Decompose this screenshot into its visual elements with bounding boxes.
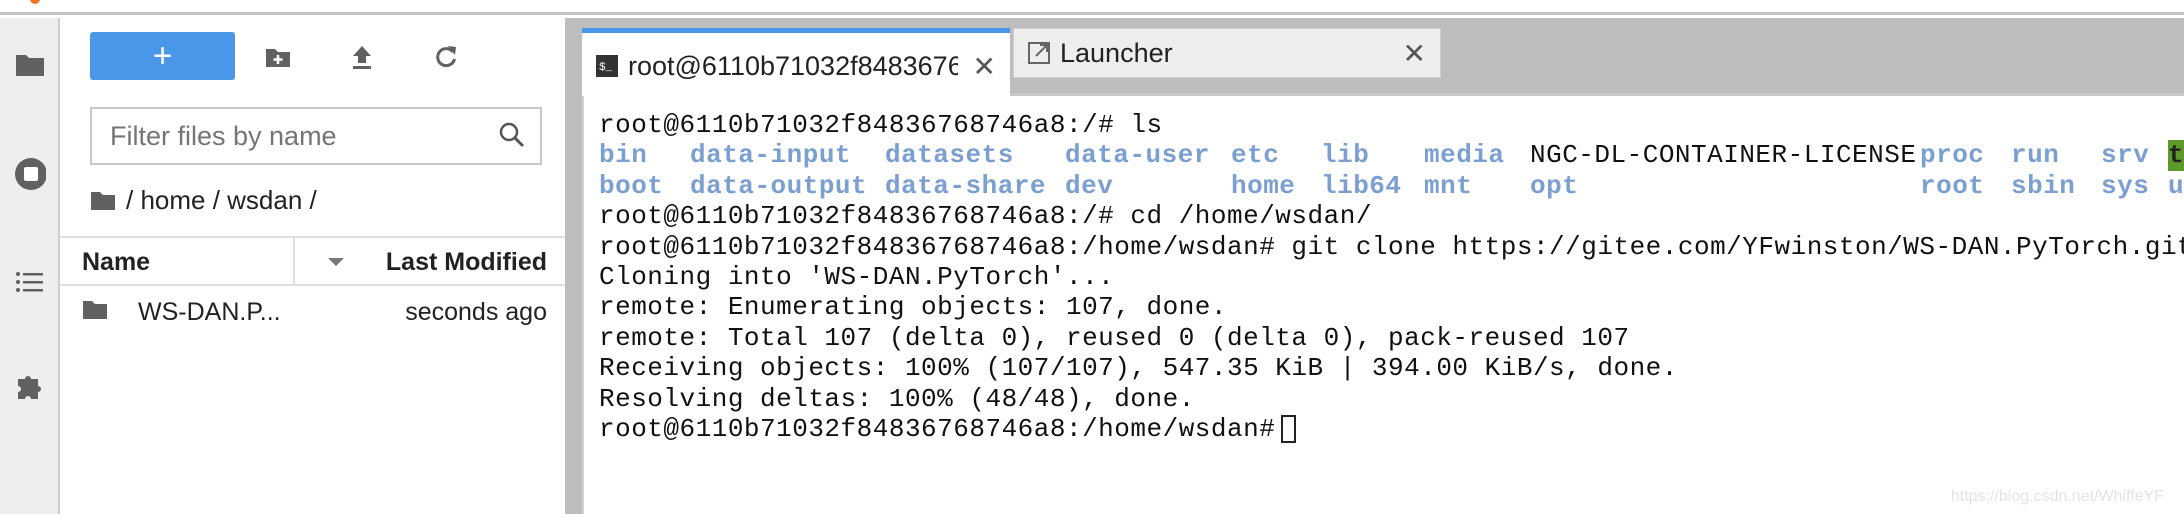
ls-entry: lib xyxy=(1321,140,1370,171)
ls-entry: root xyxy=(1920,170,1985,201)
ls-entry: bin xyxy=(599,140,648,171)
ls-entry: run xyxy=(2011,140,2060,171)
ls-entry: lib64 xyxy=(1321,170,1402,201)
ls-entry: u xyxy=(2168,170,2184,201)
terminal-line: Resolving deltas: 100% (48/48), done. xyxy=(599,383,1195,414)
folder-icon xyxy=(91,192,115,210)
ls-entry: NGC-DL-CONTAINER-LICENSE xyxy=(1530,140,1917,171)
name-column-header[interactable]: Name xyxy=(82,248,150,277)
search-icon xyxy=(498,121,526,154)
terminal-line: root@6110b71032f84836768746a8:/home/wsda… xyxy=(599,231,2184,262)
ls-entry: media xyxy=(1424,140,1505,171)
filter-files-input[interactable] xyxy=(90,107,542,165)
ls-entry: srv xyxy=(2101,140,2150,171)
terminal[interactable]: root@6110b71032f84836768746a8:/# ls bin … xyxy=(582,96,2184,514)
ls-entry: dev xyxy=(1065,170,1114,201)
tab-bar: $_ root@6110b71032f84836768746a8:/ ✕ Lau… xyxy=(582,18,2184,99)
window-top-strip xyxy=(0,0,2184,15)
terminal-line: Receiving objects: 100% (107/107), 547.3… xyxy=(599,353,1678,384)
ls-entry: opt xyxy=(1530,170,1579,201)
extension-puzzle-icon[interactable] xyxy=(14,370,46,402)
ls-output-row: boot data-output data-share dev home lib… xyxy=(599,170,2184,201)
ls-entry: boot xyxy=(599,170,664,201)
tab-terminal[interactable]: $_ root@6110b71032f84836768746a8:/ ✕ xyxy=(582,28,1010,99)
ls-entry: mnt xyxy=(1424,170,1473,201)
ls-entry: home xyxy=(1231,170,1296,201)
terminal-line: Cloning into 'WS-DAN.PyTorch'... xyxy=(599,261,1115,292)
ls-entry: data-share xyxy=(885,170,1047,201)
svg-text:$_: $_ xyxy=(599,62,613,74)
terminal-line: root@6110b71032f84836768746a8:/# cd /hom… xyxy=(599,201,1372,232)
ls-entry: datasets xyxy=(885,140,1014,171)
file-list-header: Name Last Modified xyxy=(60,236,565,286)
folder-icon[interactable] xyxy=(14,48,46,80)
terminal-line: root@6110b71032f84836768746a8:/# ls xyxy=(599,110,1163,140)
refresh-icon[interactable] xyxy=(431,42,461,72)
terminal-line: remote: Total 107 (delta 0), reused 0 (d… xyxy=(599,322,1630,353)
upload-icon[interactable] xyxy=(347,42,377,72)
breadcrumb-path[interactable]: / home / wsdan / xyxy=(126,185,317,216)
ls-entry: etc xyxy=(1231,140,1280,171)
ls-entry: data-output xyxy=(690,170,868,201)
prompt: root@6110b71032f84836768746a8:/home/wsda… xyxy=(599,413,1276,444)
list-icon[interactable] xyxy=(14,266,46,298)
ls-output-row: bin data-input datasets data-user etc li… xyxy=(599,140,2184,171)
activity-bar xyxy=(0,18,60,514)
running-stop-icon[interactable] xyxy=(14,158,46,190)
close-tab-icon[interactable]: ✕ xyxy=(1403,37,1426,70)
tab-label: Launcher xyxy=(1060,37,1173,68)
terminal-prompt-line: root@6110b71032f84836768746a8:/home/wsda… xyxy=(599,414,2179,444)
tab-launcher[interactable]: Launcher ✕ xyxy=(1013,28,1441,78)
new-folder-icon[interactable] xyxy=(263,42,293,72)
terminal-cursor xyxy=(1281,415,1297,444)
breadcrumb[interactable]: / home / wsdan / xyxy=(90,180,317,220)
terminal-icon: $_ xyxy=(596,55,618,77)
jupyter-logo xyxy=(30,0,40,4)
ls-entry: data-input xyxy=(690,140,852,171)
ls-entry: t xyxy=(2168,140,2184,171)
new-launcher-button[interactable]: + xyxy=(90,32,235,80)
close-tab-icon[interactable]: ✕ xyxy=(973,50,996,83)
ls-entry: sbin xyxy=(2011,170,2076,201)
column-resize-handle[interactable] xyxy=(293,238,295,286)
ls-entry: proc xyxy=(1920,140,1985,171)
folder-icon xyxy=(83,301,107,319)
ls-entry: sys xyxy=(2101,170,2150,201)
modified-column-header[interactable]: Last Modified xyxy=(386,248,547,277)
panel-splitter[interactable] xyxy=(565,18,582,514)
file-browser: + / home / wsdan / Name Last Modified WS… xyxy=(60,18,565,514)
terminal-line: remote: Enumerating objects: 107, done. xyxy=(599,292,1227,323)
ls-entry: data-user xyxy=(1065,140,1210,171)
sort-caret-icon[interactable] xyxy=(328,258,344,266)
filter-input[interactable] xyxy=(92,109,472,163)
launch-icon xyxy=(1028,42,1050,64)
file-name[interactable]: WS-DAN.P... xyxy=(138,298,281,327)
watermark: https://blog.csdn.net/WhiffeYF xyxy=(1950,488,2164,505)
tab-label: root@6110b71032f84836768746a8:/ xyxy=(628,50,958,81)
file-row[interactable]: WS-DAN.P... seconds ago xyxy=(60,290,565,334)
file-modified: seconds ago xyxy=(405,298,547,326)
